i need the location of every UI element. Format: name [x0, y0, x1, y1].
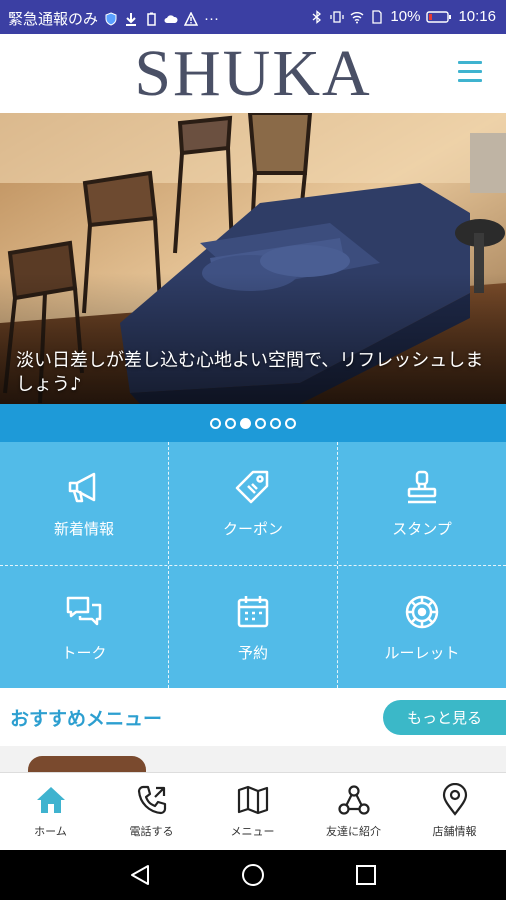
system-nav-bar	[0, 850, 506, 900]
menu-thumbnail[interactable]	[28, 756, 146, 772]
section-title: おすすめメニュー	[10, 708, 163, 730]
grid-label: ルーレット	[384, 644, 460, 662]
tab-store-info[interactable]: 店舗情報	[404, 773, 505, 851]
grid-label: 予約	[237, 644, 268, 662]
bluetooth-icon	[312, 9, 322, 24]
wifi-icon	[350, 11, 364, 23]
back-icon[interactable]	[128, 863, 152, 887]
slide-dot[interactable]	[210, 417, 221, 429]
grid-label: 新着情報	[53, 520, 114, 538]
grid-label: トーク	[61, 644, 107, 662]
calendar-icon	[237, 596, 269, 628]
tab-home[interactable]: ホーム	[0, 773, 101, 851]
tab-menu[interactable]: メニュー	[202, 773, 303, 851]
tab-label: メニュー	[230, 825, 275, 838]
tab-label: 店舗情報	[432, 825, 477, 838]
battery-percent: 10%	[390, 8, 421, 25]
hero-caption: 淡い日差しが差し込む心地よい空間で、リフレッシュしましょう♪	[16, 350, 484, 395]
sim-icon	[372, 9, 383, 24]
battery-icon	[426, 10, 452, 23]
grid-item-coupon[interactable]: クーポン	[169, 442, 337, 565]
warning-icon	[184, 11, 199, 26]
logo: SHUKA	[134, 37, 372, 110]
feature-grid: 新着情報 クーポン スタンプ トーク 予約 ルーレット	[0, 442, 506, 688]
more-icon: ···	[204, 10, 220, 27]
slider-indicator	[0, 404, 506, 442]
stamp-icon	[407, 470, 437, 504]
recommend-section-header: おすすめメニュー もっと見る	[0, 688, 506, 746]
roulette-icon	[405, 595, 439, 629]
grid-label: クーポン	[222, 520, 283, 538]
hero-slider[interactable]: 淡い日差しが差し込む心地よい空間で、リフレッシュしましょう♪	[0, 113, 506, 404]
grid-item-stamp[interactable]: スタンプ	[338, 442, 506, 565]
slide-dot-active[interactable]	[240, 417, 251, 429]
slide-dot[interactable]	[255, 417, 266, 429]
vibrate-icon	[330, 10, 345, 23]
battery-saver-icon	[147, 12, 156, 26]
shield-icon	[105, 11, 117, 26]
chat-icon	[66, 596, 102, 626]
tab-invite-friend[interactable]: 友達に紹介	[303, 773, 404, 851]
status-text: 緊急通報のみ	[8, 11, 99, 28]
slide-dot[interactable]	[270, 417, 281, 429]
recommend-list	[0, 746, 506, 772]
grid-label: スタンプ	[392, 520, 452, 538]
tab-label: 友達に紹介	[326, 825, 381, 838]
map-icon	[237, 785, 268, 815]
bottom-tab-bar: ホーム 電話する メニュー 友達に紹介 店舗情報	[0, 772, 506, 851]
recents-icon[interactable]	[354, 863, 378, 887]
grid-item-reservation[interactable]: 予約	[169, 566, 337, 689]
tab-label: ホーム	[34, 825, 67, 838]
location-pin-icon	[442, 783, 467, 816]
hamburger-icon[interactable]	[458, 61, 482, 83]
status-bar: 緊急通報のみ ··· 10% 10:16	[0, 0, 506, 34]
grid-item-news[interactable]: 新着情報	[0, 442, 168, 565]
grid-item-roulette[interactable]: ルーレット	[338, 566, 506, 689]
home-icon	[36, 787, 65, 813]
tab-label: 電話する	[129, 825, 174, 838]
grid-divider	[0, 565, 506, 566]
phone-icon	[137, 785, 166, 815]
see-more-button[interactable]: もっと見る	[383, 700, 506, 735]
slide-dot[interactable]	[285, 417, 296, 429]
home-circle-icon[interactable]	[241, 863, 265, 887]
share-icon	[337, 785, 370, 815]
coupon-tag-icon	[235, 470, 269, 504]
download-icon	[126, 12, 137, 26]
slide-dot[interactable]	[225, 417, 236, 429]
tab-call[interactable]: 電話する	[101, 773, 202, 851]
clock: 10:16	[458, 8, 496, 25]
cloud-icon	[164, 14, 178, 23]
megaphone-icon	[68, 472, 96, 503]
grid-item-talk[interactable]: トーク	[0, 566, 168, 689]
app-header: SHUKA	[0, 34, 506, 114]
